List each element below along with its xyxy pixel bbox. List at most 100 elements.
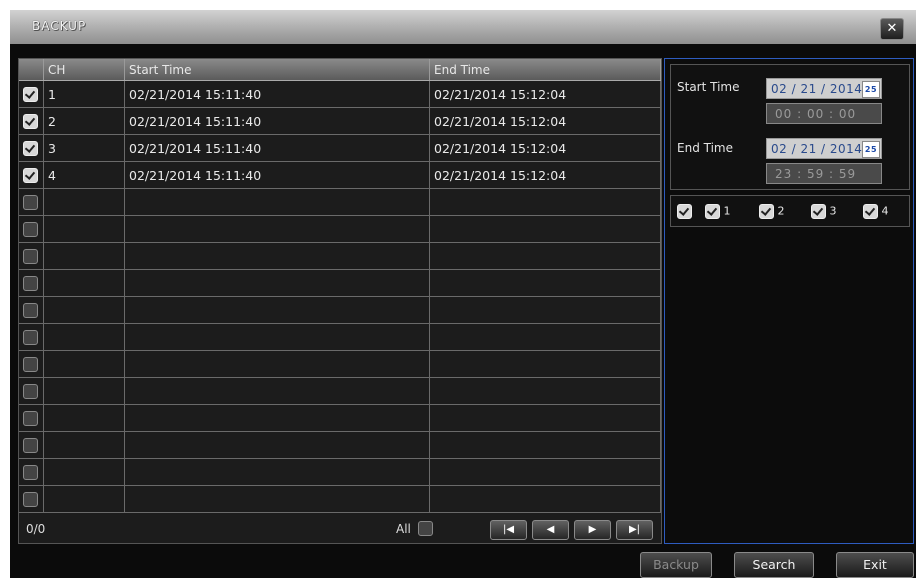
close-button[interactable]: ✕ — [880, 18, 904, 40]
table-row[interactable] — [19, 431, 661, 459]
row-checkbox[interactable] — [23, 249, 38, 264]
table-row[interactable] — [19, 242, 661, 270]
first-page-icon: |◀ — [502, 524, 515, 535]
header-check — [19, 59, 44, 81]
channel-check[interactable] — [811, 204, 826, 219]
prev-page-button[interactable]: ◀ — [532, 520, 569, 540]
exit-button[interactable]: Exit — [836, 552, 914, 578]
cell-start-time: 02/21/2014 15:11:40 — [124, 161, 430, 189]
results-table-panel: CH Start Time End Time 1 02/21/2014 15:11… — [18, 58, 662, 544]
last-page-button[interactable]: ▶| — [616, 520, 653, 540]
cell-ch — [43, 296, 125, 324]
table-row[interactable] — [19, 350, 661, 378]
cell-end-time — [429, 404, 661, 432]
calendar-icon[interactable]: 25 — [862, 141, 880, 158]
channel-label: 1 — [723, 204, 731, 218]
row-checkbox[interactable] — [23, 330, 38, 345]
table-row[interactable] — [19, 215, 661, 243]
cell-ch: 4 — [43, 161, 125, 189]
cell-end-time: 02/21/2014 15:12:04 — [429, 134, 661, 162]
cell-ch — [43, 431, 125, 459]
table-row[interactable] — [19, 323, 661, 351]
title-bar: BACKUP ✕ — [10, 10, 916, 44]
channel-check[interactable] — [863, 204, 878, 219]
table-footer: 0/0 All |◀ ◀ ▶ ▶| — [18, 516, 660, 542]
cell-ch — [43, 350, 125, 378]
cell-end-time — [429, 458, 661, 486]
row-checkbox[interactable] — [23, 384, 38, 399]
start-date-field[interactable]: 02 / 21 / 2014 25 — [766, 78, 882, 99]
table-row[interactable] — [19, 296, 661, 324]
channel-checkbox[interactable]: 2 — [759, 204, 785, 219]
channel-select-box: 1 2 3 4 — [670, 195, 910, 227]
channel-label: 2 — [777, 204, 785, 218]
table-row[interactable]: 4 02/21/2014 15:11:40 02/21/2014 15:12:04 — [19, 161, 661, 189]
row-checkbox-cell — [19, 242, 44, 270]
row-checkbox[interactable] — [23, 438, 38, 453]
cell-start-time: 02/21/2014 15:11:40 — [124, 107, 430, 135]
channel-checkbox[interactable]: 4 — [863, 204, 889, 219]
end-time-field[interactable]: 23 : 59 : 59 — [766, 163, 882, 184]
cell-ch — [43, 215, 125, 243]
window-title: BACKUP — [32, 19, 87, 33]
cell-end-time — [429, 485, 661, 513]
start-date-value: 02 / 21 / 2014 — [771, 82, 863, 96]
channel-all-checkbox[interactable] — [677, 204, 692, 219]
row-checkbox[interactable] — [23, 141, 38, 156]
table-row[interactable] — [19, 485, 661, 513]
cell-end-time — [429, 242, 661, 270]
row-checkbox[interactable] — [23, 114, 38, 129]
table-row[interactable] — [19, 458, 661, 486]
cell-ch: 2 — [43, 107, 125, 135]
cell-start-time — [124, 296, 430, 324]
row-checkbox-cell — [19, 215, 44, 243]
table-row[interactable] — [19, 269, 661, 297]
row-checkbox[interactable] — [23, 276, 38, 291]
start-time-field[interactable]: 00 : 00 : 00 — [766, 103, 882, 124]
channel-checkbox[interactable]: 1 — [705, 204, 731, 219]
search-button[interactable]: Search — [734, 552, 814, 578]
close-icon: ✕ — [886, 21, 898, 36]
table-row[interactable]: 3 02/21/2014 15:11:40 02/21/2014 15:12:04 — [19, 134, 661, 162]
cell-start-time: 02/21/2014 15:11:40 — [124, 80, 430, 108]
channel-check[interactable] — [677, 204, 692, 219]
cell-end-time: 02/21/2014 15:12:04 — [429, 161, 661, 189]
backup-button[interactable]: Backup — [640, 552, 712, 578]
row-checkbox[interactable] — [23, 168, 38, 183]
table-row[interactable]: 2 02/21/2014 15:11:40 02/21/2014 15:12:04 — [19, 107, 661, 135]
cell-end-time — [429, 215, 661, 243]
channel-check[interactable] — [705, 204, 720, 219]
table-row[interactable] — [19, 188, 661, 216]
row-checkbox[interactable] — [23, 411, 38, 426]
row-checkbox[interactable] — [23, 87, 38, 102]
next-page-icon: ▶ — [588, 524, 597, 535]
channel-check[interactable] — [759, 204, 774, 219]
row-checkbox[interactable] — [23, 195, 38, 210]
row-checkbox-cell — [19, 485, 44, 513]
calendar-icon[interactable]: 25 — [862, 81, 880, 98]
row-checkbox[interactable] — [23, 465, 38, 480]
cell-end-time: 02/21/2014 15:12:04 — [429, 107, 661, 135]
header-start-time: Start Time — [124, 59, 430, 81]
row-checkbox-cell — [19, 323, 44, 351]
row-checkbox[interactable] — [23, 222, 38, 237]
next-page-button[interactable]: ▶ — [574, 520, 611, 540]
channel-checkbox[interactable]: 3 — [811, 204, 837, 219]
first-page-button[interactable]: |◀ — [490, 520, 527, 540]
cell-start-time — [124, 485, 430, 513]
cell-ch — [43, 188, 125, 216]
table-row[interactable]: 1 02/21/2014 15:11:40 02/21/2014 15:12:04 — [19, 80, 661, 108]
table-row[interactable] — [19, 404, 661, 432]
row-checkbox[interactable] — [23, 357, 38, 372]
cell-start-time: 02/21/2014 15:11:40 — [124, 134, 430, 162]
row-checkbox-cell — [19, 107, 44, 135]
cell-start-time — [124, 431, 430, 459]
table-row[interactable] — [19, 377, 661, 405]
end-date-field[interactable]: 02 / 21 / 2014 25 — [766, 138, 882, 159]
row-checkbox[interactable] — [23, 303, 38, 318]
cell-ch — [43, 377, 125, 405]
row-checkbox[interactable] — [23, 492, 38, 507]
cell-end-time — [429, 323, 661, 351]
select-all-checkbox[interactable] — [418, 521, 433, 536]
row-checkbox-cell — [19, 431, 44, 459]
